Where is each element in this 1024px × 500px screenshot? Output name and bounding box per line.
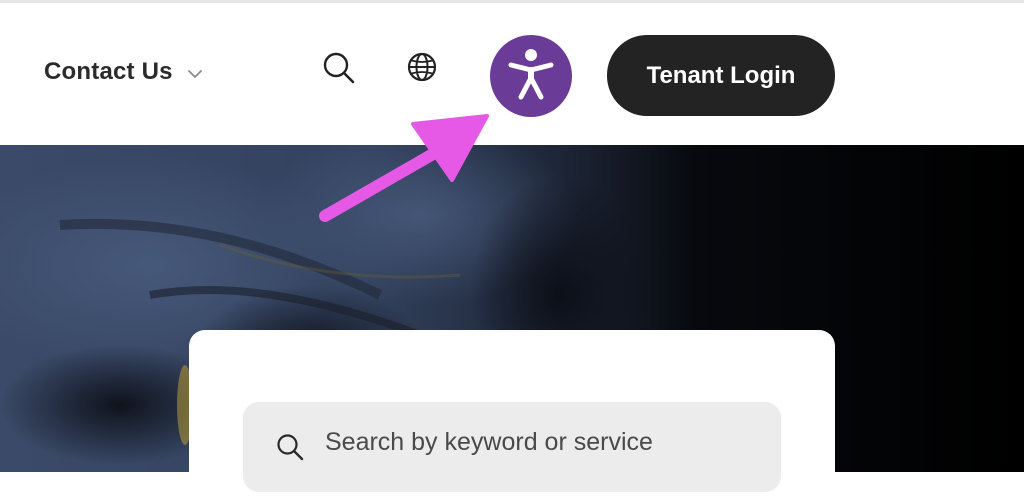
language-button[interactable] <box>402 49 442 89</box>
contact-us-menu[interactable]: Contact Us <box>44 55 203 89</box>
search-icon <box>321 50 357 91</box>
search-input[interactable] <box>325 428 745 457</box>
search-icon <box>275 432 305 462</box>
header-search-button[interactable] <box>318 49 360 91</box>
search-card <box>189 330 835 500</box>
search-field[interactable] <box>243 402 781 492</box>
globe-icon <box>406 51 438 88</box>
contact-us-label: Contact Us <box>44 58 173 85</box>
chevron-down-icon <box>187 66 203 82</box>
accessibility-person-icon <box>506 47 556 106</box>
tenant-login-button[interactable]: Tenant Login <box>607 35 835 116</box>
accessibility-button[interactable] <box>490 35 572 117</box>
site-header: Contact Us Tenant Login <box>0 0 1024 145</box>
